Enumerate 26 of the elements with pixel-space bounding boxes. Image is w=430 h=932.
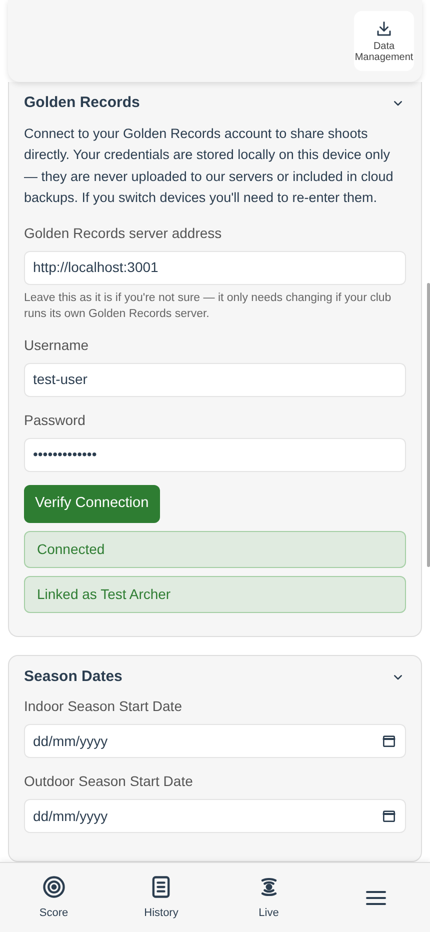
field-label: Golden Records server address bbox=[24, 224, 223, 243]
field-label: Password bbox=[24, 410, 86, 430]
status-message: Connected bbox=[24, 530, 406, 568]
date-field[interactable]: dd/mm/yyyy bbox=[24, 799, 406, 834]
field-label: Username bbox=[24, 336, 90, 355]
nav-tab[interactable]: History bbox=[108, 863, 215, 932]
verify-connection-button[interactable]: Verify Connection bbox=[24, 484, 160, 523]
help-text: Leave this as it is if you're not sure — it only needs changing if your club runs its own Golden Records server. bbox=[24, 290, 392, 322]
section-title: Season Dates bbox=[24, 666, 122, 687]
field-label: Indoor Season Start Date bbox=[24, 697, 183, 716]
section-title: Golden Records bbox=[24, 93, 140, 113]
calendar-icon bbox=[381, 733, 397, 750]
nav-tab[interactable]: Score bbox=[0, 863, 108, 932]
download-icon bbox=[375, 20, 393, 38]
description-text: Connect to your Golden Records account to share shoots directly. Your credentials are stored locally on this device only — they are never uploaded to our servers or included in cloud backups. If you switch devices you'll need to re-enter them. bbox=[24, 124, 394, 208]
password-field[interactable]: ••••••••••••• bbox=[24, 438, 406, 472]
input-field[interactable]: http://localhost:3001 bbox=[24, 250, 406, 285]
calendar-icon bbox=[381, 808, 397, 824]
status-message: Linked as Test Archer bbox=[24, 576, 406, 613]
date-field[interactable]: dd/mm/yyyy bbox=[24, 724, 406, 758]
target-icon bbox=[40, 874, 67, 900]
scrollbar[interactable] bbox=[427, 283, 430, 567]
nav-tab[interactable]: Live bbox=[215, 863, 322, 932]
input-field[interactable]: test-user bbox=[24, 362, 406, 397]
field-label: Outdoor Season Start Date bbox=[24, 772, 194, 792]
data-management-button[interactable]: Data Management bbox=[354, 11, 414, 71]
